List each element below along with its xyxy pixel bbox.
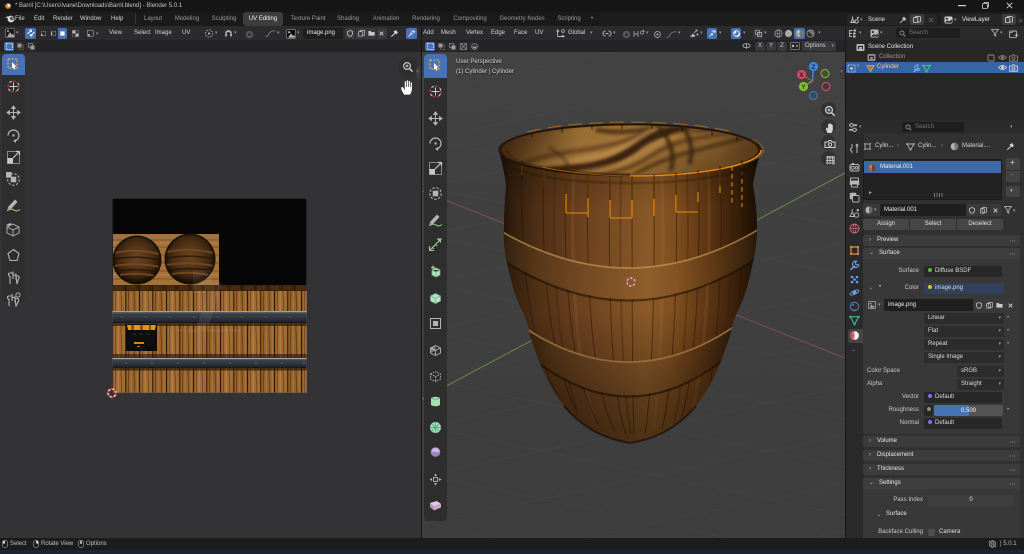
- svg-text:Z: Z: [812, 65, 816, 71]
- svg-text:Y: Y: [801, 85, 805, 91]
- svg-text:PELOLEO.DEVIANTART.COM: PELOLEO.DEVIANTART.COM: [178, 328, 240, 333]
- svg-text:X: X: [799, 73, 803, 79]
